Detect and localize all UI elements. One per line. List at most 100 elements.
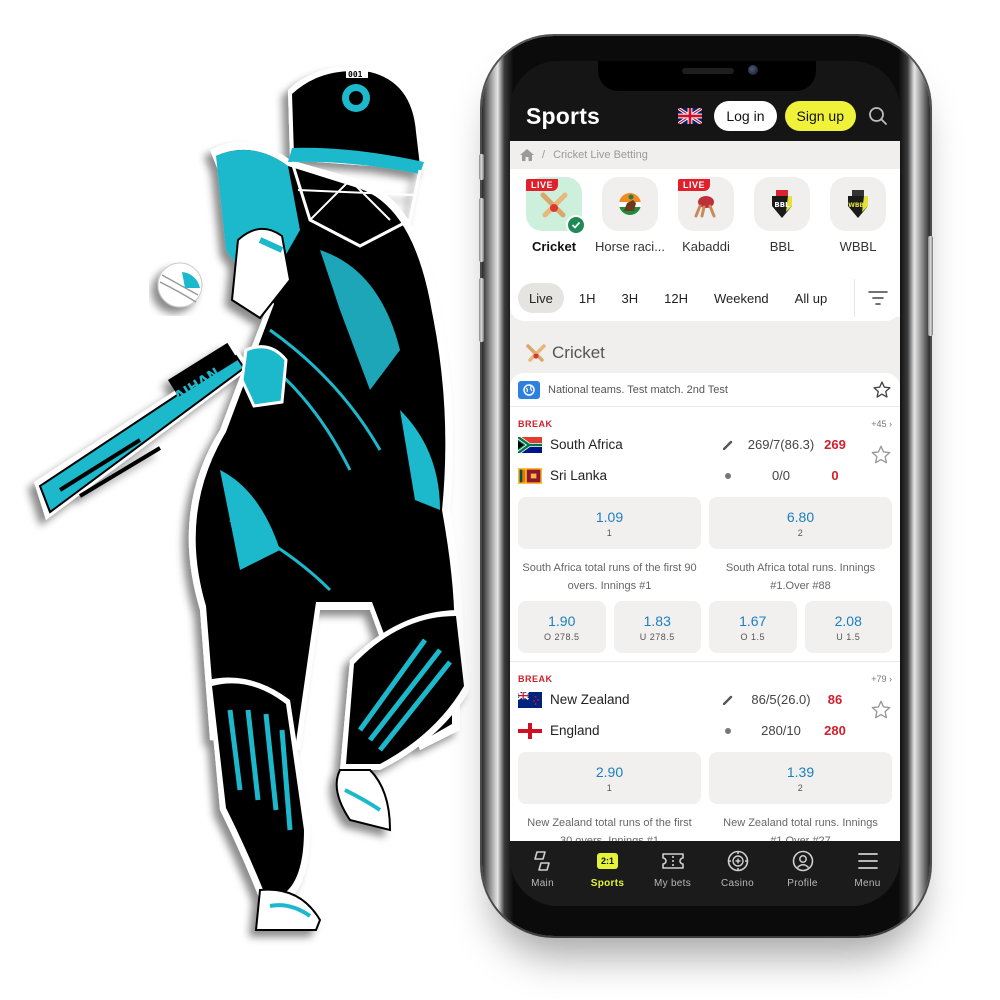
- odds-label: 1: [606, 782, 613, 793]
- odds-button[interactable]: 1.83 U 278.5: [613, 601, 701, 653]
- home-icon[interactable]: [520, 149, 534, 161]
- search-icon: [869, 107, 887, 125]
- odds-value: 1.67: [739, 612, 767, 629]
- odds-button[interactable]: 2.90 1: [518, 752, 701, 804]
- cricket-icon: [540, 192, 568, 218]
- cricket-section-icon: [526, 344, 546, 362]
- sport-item-horse-racing[interactable]: Horse raci...: [592, 177, 668, 275]
- team-score: 86/5(26.0): [751, 692, 811, 707]
- odds-value: 1.90: [548, 612, 576, 629]
- odds-button[interactable]: 1.67 O 1.5: [709, 601, 797, 653]
- nav-item-profile[interactable]: Profile: [770, 849, 835, 906]
- league-header[interactable]: National teams. Test match. 2nd Test: [510, 373, 900, 407]
- team-row: New Zealand 86/5(26.0) 86: [518, 684, 892, 715]
- nav-label: Casino: [721, 878, 754, 889]
- ticket-icon: [661, 853, 684, 869]
- league-favorite-star-icon[interactable]: [872, 380, 892, 400]
- filter-icon: [867, 291, 888, 305]
- team-total: 0: [831, 468, 839, 483]
- sport-tile[interactable]: WBBL: [830, 177, 886, 231]
- match-status: BREAK: [518, 674, 553, 684]
- team-name: England: [550, 723, 600, 738]
- globe-icon: [518, 380, 540, 399]
- nav-item-casino[interactable]: Casino: [705, 849, 770, 906]
- uk-flag-icon[interactable]: [678, 108, 703, 124]
- phone-silent-switch: [479, 154, 484, 180]
- nav-label: Menu: [854, 878, 881, 889]
- svg-text:WBBL: WBBL: [848, 202, 868, 209]
- odds-value: 6.80: [786, 508, 815, 525]
- wbbl-logo-icon: WBBL: [848, 190, 868, 218]
- sport-tile[interactable]: LIVE: [678, 177, 734, 231]
- sport-item-cricket[interactable]: LIVE Cricket: [516, 177, 592, 275]
- phone-volume-down: [479, 278, 484, 342]
- live-badge: LIVE: [526, 179, 559, 191]
- odds-button[interactable]: 6.80 2: [709, 497, 892, 549]
- bat-icon: [718, 695, 738, 705]
- sport-tile[interactable]: [602, 177, 658, 231]
- sports-badge-icon: 2:1: [596, 853, 618, 869]
- sport-label: BBL: [769, 239, 795, 254]
- sport-label: Horse raci...: [594, 239, 666, 254]
- team-score: 269/7(86.3): [747, 437, 815, 452]
- nav-label: Profile: [787, 878, 818, 889]
- match-favorite-star-icon[interactable]: [870, 444, 892, 466]
- market: South Africa total runs of the first 90 …: [518, 557, 701, 661]
- nav-item-main[interactable]: Main: [510, 849, 575, 906]
- breadcrumb-current[interactable]: Cricket Live Betting: [553, 149, 648, 161]
- filter-button[interactable]: [854, 279, 900, 317]
- section-header: Cricket: [510, 321, 900, 373]
- filter-chip-all-up[interactable]: All up: [784, 283, 839, 313]
- sport-item-kabaddi[interactable]: LIVE Kabaddi: [668, 177, 744, 275]
- team-row: England 280/10 280: [518, 715, 892, 746]
- odds-label: 2: [797, 527, 804, 538]
- team-score: 0/0: [771, 468, 791, 483]
- filter-chip-12h[interactable]: 12H: [653, 283, 699, 313]
- odds-button[interactable]: 1.39 2: [709, 752, 892, 804]
- svg-text:BBL: BBL: [774, 201, 790, 209]
- nav-item-menu[interactable]: Menu: [835, 849, 900, 906]
- nav-item-sports[interactable]: 2:1 Sports: [575, 849, 640, 906]
- sport-tile[interactable]: LIVE: [526, 177, 586, 235]
- horse-racing-icon: [619, 193, 641, 215]
- filter-chip-3h[interactable]: 3H: [610, 283, 649, 313]
- odds-button[interactable]: 2.08 U 1.5: [804, 601, 892, 653]
- bat-icon: [718, 440, 738, 450]
- main-icon: [533, 851, 550, 871]
- phone-power-button: [928, 236, 933, 336]
- breadcrumb: / Cricket Live Betting: [510, 141, 900, 169]
- signup-button[interactable]: Sign up: [784, 101, 856, 131]
- menu-icon: [857, 853, 878, 869]
- filter-chip-weekend[interactable]: Weekend: [703, 283, 780, 313]
- odds-button[interactable]: 1.90 O 278.5: [518, 601, 606, 653]
- bottom-navigation: Main 2:1 Sports My bets Casino Profile M…: [510, 841, 900, 906]
- search-button[interactable]: [866, 104, 890, 128]
- odds-value: 2.08: [834, 612, 862, 629]
- match-favorite-star-icon[interactable]: [870, 699, 892, 721]
- south-africa-flag-icon: [518, 436, 542, 453]
- odds-value: 2.90: [595, 763, 624, 780]
- nav-item-my-bets[interactable]: My bets: [640, 849, 705, 906]
- league-name: National teams. Test match. 2nd Test: [548, 383, 728, 396]
- team-total: 280: [824, 723, 846, 738]
- match-card[interactable]: BREAK +45 › South Africa 269/7(86.3) 269…: [510, 407, 900, 662]
- teams: South Africa 269/7(86.3) 269 Sri Lanka 0…: [518, 429, 892, 491]
- filter-chip-live[interactable]: Live: [518, 283, 564, 313]
- match-card[interactable]: BREAK +79 › New Zealand 86/5(26.0) 86 En…: [510, 662, 900, 841]
- odds-label: U 1.5: [836, 631, 861, 642]
- team-row: Sri Lanka 0/0 0: [518, 460, 892, 491]
- casino-chip-icon: [727, 850, 748, 872]
- market-title: New Zealand total runs. Innings #1.Over …: [723, 817, 878, 841]
- login-button[interactable]: Log in: [714, 101, 777, 131]
- sports-carousel[interactable]: LIVE Cricket Horse raci... LIVE Kabaddi …: [510, 169, 900, 275]
- filter-chip-1h[interactable]: 1H: [568, 283, 607, 313]
- sport-label: Kabaddi: [682, 239, 730, 254]
- more-markets-link[interactable]: +45 ›: [871, 419, 892, 429]
- sport-item-wbbl[interactable]: WBBL WBBL: [820, 177, 896, 275]
- teams: New Zealand 86/5(26.0) 86 England 280/10…: [518, 684, 892, 746]
- sport-tile[interactable]: BBL: [754, 177, 810, 231]
- more-markets-link[interactable]: +79 ›: [871, 674, 892, 684]
- sport-item-bbl[interactable]: BBL BBL: [744, 177, 820, 275]
- main-content[interactable]: / Cricket Live Betting LIVE Cricket Hors…: [510, 141, 900, 841]
- odds-button[interactable]: 1.09 1: [518, 497, 701, 549]
